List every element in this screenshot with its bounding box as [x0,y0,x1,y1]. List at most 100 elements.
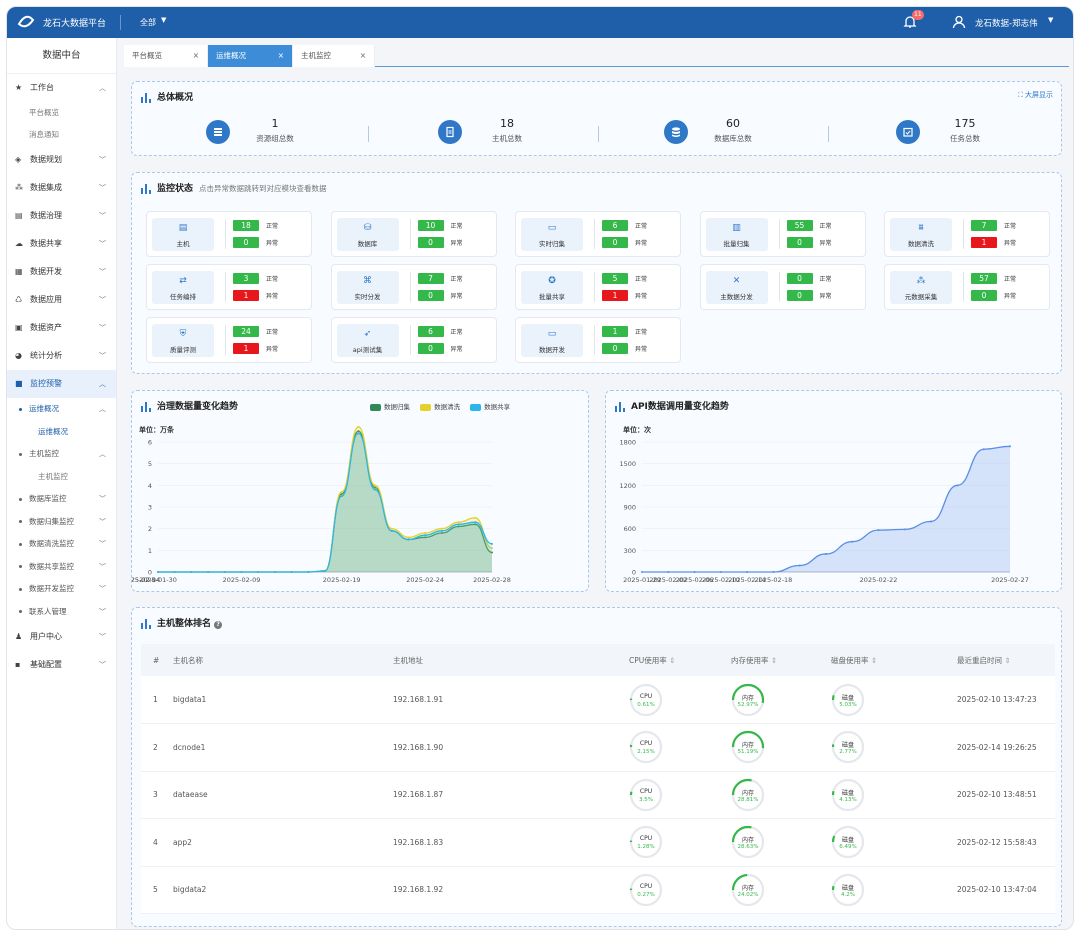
y-tick-label: 6 [148,439,152,447]
sidebar-item[interactable]: ★ 工作台 ︿ [7,74,116,102]
stat-value: 60 [726,117,740,130]
data-point [825,552,827,555]
monitor-card[interactable]: ✪ 批量共享 5 正常 1 异常 [515,264,681,310]
sidebar-subitem[interactable]: 运维概况 ︿ [7,398,116,421]
abnormal-count[interactable]: 0 [417,343,444,354]
data-point [207,571,210,573]
sidebar-subitem[interactable]: 数据库监控 ﹀ [7,488,116,511]
sidebar-item[interactable]: ▪ 基础配置 ﹀ [7,651,116,679]
abnormal-count[interactable]: 1 [233,290,259,301]
close-icon[interactable]: × [278,45,284,67]
monitor-card[interactable]: ⌘ 实时分发 7 正常 0 异常 [330,264,497,310]
monitor-card[interactable]: ⁂ 元数据采集 57 正常 0 异常 [884,264,1050,310]
tab-platform-overview[interactable]: 平台概览 × [124,45,208,67]
table-row[interactable]: 4 app2 192.168.1.83 CPU 1.28% 内存 28.63% 磁盘 6.49%… [141,818,1055,867]
table-row[interactable]: 5 bigdata2 192.168.1.92 CPU 0.27% 内存 24.02% 磁盘 4… [141,866,1055,914]
table-row[interactable]: 2 dcnode1 192.168.1.90 CPU 2.15% 内存 51.19% 磁盘 2.… [141,723,1055,772]
gauge-value: 1.28% [637,844,655,851]
usage-gauge: CPU 0.27% [629,873,663,907]
overview-panel: 总体概况 ⛶ 大屏显示 1 资源组总数 18 主机总数 60 数据库总数 175 任务总… [131,81,1062,156]
y-tick-label: 4 [148,482,152,490]
monitor-card-icon-box: ⩩ 数据清洗 [890,218,952,251]
sidebar-item[interactable]: ♟ 用户中心 ﹀ [7,623,116,651]
sidebar-subitem[interactable]: 数据清洗监控 ﹀ [7,533,116,556]
monitor-card[interactable]: ▤ 主机 18 正常 0 异常 [146,211,312,257]
col-memory[interactable]: 内存使用率 ⇕ [731,644,831,676]
memory-cell: 内存 51.19% [731,723,831,772]
close-icon[interactable]: × [360,45,366,67]
sidebar-item[interactable]: ♺ 数据应用 ﹀ [7,286,116,314]
sidebar-item-label: 数据应用 [30,295,62,304]
gauge-value: 28.81% [737,796,759,803]
sidebar-item[interactable]: ⁂ 数据集成 ﹀ [7,174,116,202]
sidebar-item[interactable]: ◕ 统计分析 ﹀ [7,342,116,370]
tab-host-monitor[interactable]: 主机监控 × [293,45,375,67]
abnormal-count[interactable]: 1 [233,343,259,354]
monitor-card-icon-box: ⁂ 元数据采集 [890,271,952,304]
sidebar-item[interactable]: ◈ 数据规划 ﹀ [7,146,116,174]
abnormal-label: 异常 [635,240,648,247]
sidebar-leaf[interactable]: 运维概况 [7,421,116,444]
data-point [390,529,393,532]
close-icon[interactable]: × [193,45,199,67]
table-row[interactable]: 1 bigdata1 192.168.1.91 CPU 0.61% 内存 52.97% 磁盘 5… [141,676,1055,724]
sidebar-subitem[interactable]: 数据归集监控 ﹀ [7,511,116,534]
abnormal-label: 异常 [635,346,648,353]
tab-ops-overview[interactable]: 运维概况 × [208,45,293,67]
abnormal-count[interactable]: 0 [417,290,444,301]
monitor-card[interactable]: ✕ 主数据分发 0 正常 0 异常 [699,264,866,310]
sidebar-subitem[interactable]: 消息通知 [7,124,116,146]
help-icon[interactable]: ? [214,621,223,629]
monitor-card[interactable]: ⇄ 任务编排 3 正常 1 异常 [146,264,312,310]
abnormal-label: 异常 [1004,240,1017,247]
abnormal-count[interactable]: 0 [602,237,628,248]
data-point [257,571,260,573]
database-icon [664,120,688,144]
col-disk[interactable]: 磁盘使用率 ⇕ [831,644,957,676]
sidebar-item[interactable]: ☁ 数据共享 ﹀ [7,230,116,258]
caret-down-icon[interactable]: ▼ [161,16,166,24]
gauge-label: 磁盘 [841,789,854,797]
caret-down-icon[interactable]: ▼ [1048,16,1053,24]
clean-icon: ⩩ [918,223,924,233]
user-icon[interactable] [952,15,966,29]
col-cpu[interactable]: CPU使用率 ⇕ [629,644,731,676]
data-point [390,527,393,530]
sidebar-item[interactable]: ▦ 数据开发 ﹀ [7,258,116,286]
chevron-down-icon: ﹀ [99,240,106,248]
data-point [374,488,377,491]
sidebar-subitem[interactable]: 联系人管理 ﹀ [7,601,116,624]
fullscreen-button[interactable]: ⛶ 大屏显示 [1018,90,1053,100]
monitor-card[interactable]: ⛨ 质量评测 24 正常 1 异常 [146,317,312,363]
sidebar-subitem[interactable]: 平台概览 [7,102,116,124]
monitor-card[interactable]: ⛁ 数据库 10 正常 0 异常 [330,211,497,257]
abnormal-count[interactable]: 0 [602,343,628,354]
abnormal-count[interactable]: 1 [971,237,997,248]
sidebar-subitem[interactable]: 主机监控 ︿ [7,443,116,466]
monitor-card[interactable]: ▭ 数据开发 1 正常 0 异常 [515,317,681,363]
abnormal-count[interactable]: 0 [786,290,813,301]
table-row[interactable]: 3 dataease 192.168.1.87 CPU 3.5% 内存 28.81% 磁盘 4.… [141,771,1055,819]
sidebar-subitem[interactable]: 数据开发监控 ﹀ [7,578,116,601]
sidebar-subitem[interactable]: 数据共享监控 ﹀ [7,556,116,579]
sidebar-leaf[interactable]: 主机监控 [7,466,116,489]
monitor-card[interactable]: ▭ 实时归集 6 正常 0 异常 [515,211,681,257]
abnormal-count[interactable]: 0 [417,237,444,248]
chevron-down-icon: ﹀ [99,585,106,593]
y-tick-label: 1 [148,547,152,555]
sidebar-item[interactable]: ▣ 数据资产 ﹀ [7,314,116,342]
monitor-card[interactable]: ⩩ 数据清洗 7 正常 1 异常 [884,211,1050,257]
monitor-card[interactable]: ➶ api测试集 6 正常 0 异常 [330,317,497,363]
host-ranking-panel: 主机整体排名 ? # 主机名称 主机地址 CPU使用率 ⇕ 内存使用率 ⇕ 磁盘… [131,607,1062,927]
abnormal-count[interactable]: 0 [971,290,997,301]
abnormal-count[interactable]: 1 [602,290,628,301]
abnormal-count[interactable]: 0 [233,237,259,248]
col-restart-time[interactable]: 最近重启时间 ⇕ [957,644,1055,676]
abnormal-count[interactable]: 0 [786,237,813,248]
sidebar-item[interactable]: ■ 监控预警 ︿ [7,370,116,398]
notification-badge: 11 [912,10,924,20]
scope-selector[interactable]: 全部 [140,17,156,28]
sidebar-item[interactable]: ▤ 数据治理 ﹀ [7,202,116,230]
monitor-card[interactable]: ▥ 批量归集 55 正常 0 异常 [699,211,866,257]
user-name[interactable]: 龙石数据-郑志伟 [975,17,1038,29]
